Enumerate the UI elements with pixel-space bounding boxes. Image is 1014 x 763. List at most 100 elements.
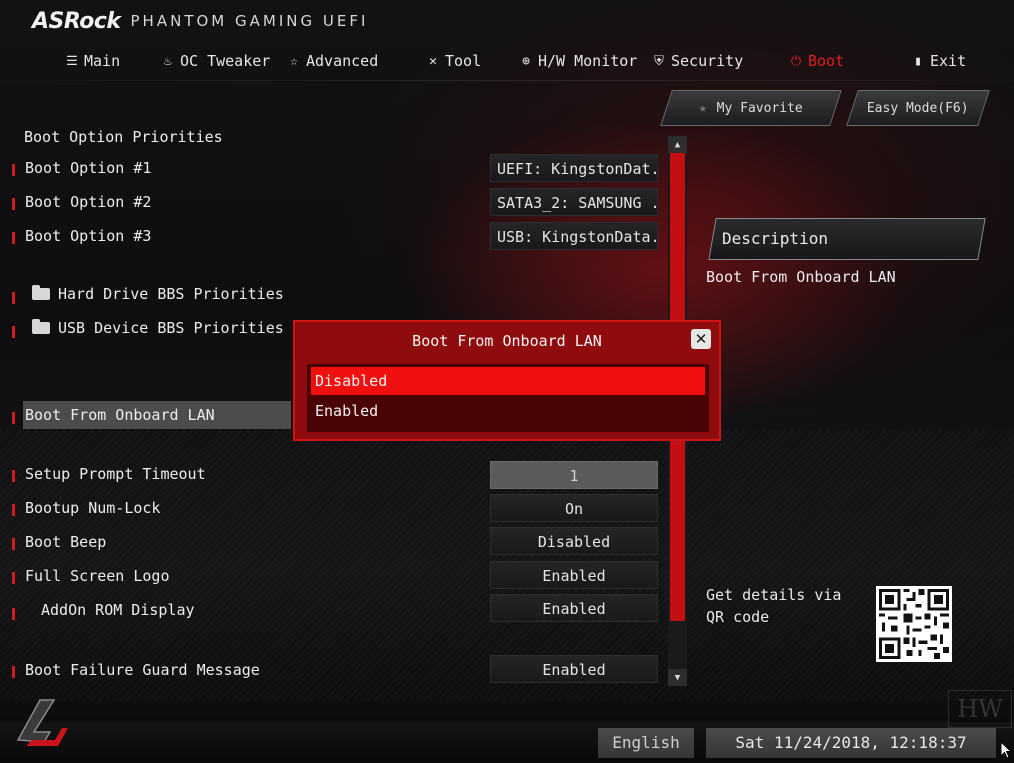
setting-row-boot-beep[interactable]: Boot Beep	[0, 530, 480, 556]
row-marker	[12, 326, 15, 338]
boot-beep-value[interactable]: Disabled	[490, 527, 658, 555]
language-selector[interactable]: English	[598, 728, 694, 758]
tab-security[interactable]: ⛨ Security	[651, 48, 743, 74]
boot-lan-popup: Boot From Onboard LAN ✕ Disabled Enabled	[293, 320, 721, 441]
qr-caption: Get details via QR code	[706, 586, 842, 626]
option-enabled[interactable]: Enabled	[311, 397, 705, 425]
exit-door-icon: ▮	[914, 53, 922, 69]
watermark: HW	[948, 690, 1012, 728]
tab-advanced-label: Advanced	[306, 52, 379, 70]
setting-row-boot-option-2[interactable]: Boot Option #2	[0, 190, 480, 216]
tab-oc-tweaker[interactable]: ♨ OC Tweaker	[160, 48, 270, 74]
full-screen-logo-value[interactable]: Enabled	[490, 561, 658, 589]
option-disabled[interactable]: Disabled	[311, 367, 705, 395]
row-marker	[12, 232, 15, 244]
setting-label: AddOn ROM Display	[41, 601, 195, 619]
folder-icon	[32, 319, 50, 334]
row-marker	[12, 470, 15, 482]
description-text: Boot From Onboard LAN	[706, 268, 896, 286]
tab-advanced[interactable]: ☆ Advanced	[286, 48, 378, 74]
brand-name: ASRock	[32, 8, 121, 34]
tab-oc-tweaker-label: OC Tweaker	[180, 52, 271, 70]
setting-label: Bootup Num-Lock	[25, 499, 161, 517]
tab-tool-label: Tool	[445, 52, 482, 70]
tab-security-label: Security	[671, 52, 744, 70]
boot-failure-guard-message-value[interactable]: Enabled	[490, 655, 658, 683]
setting-row-boot-option-1[interactable]: Boot Option #1	[0, 156, 480, 182]
nav-divider	[0, 80, 1014, 81]
setting-row-bootup-num-lock[interactable]: Bootup Num-Lock	[0, 496, 480, 522]
setting-label: Boot From Onboard LAN	[23, 401, 291, 429]
folder-icon	[32, 285, 50, 300]
tab-hw-monitor-label: H/W Monitor	[538, 52, 638, 70]
tab-exit[interactable]: ▮ Exit	[910, 48, 966, 74]
brand-logo: ASRock PHANTOM GAMING UEFI	[32, 8, 368, 34]
monitor-icon: ⊕	[522, 53, 530, 69]
star-icon: ★	[699, 100, 707, 116]
my-favorite-label: My Favorite	[716, 100, 803, 116]
setting-label: Boot Beep	[25, 533, 107, 551]
phantom-gaming-logo	[10, 692, 70, 752]
scroll-up-button[interactable]: ▲	[668, 136, 687, 153]
setting-row-full-screen-logo[interactable]: Full Screen Logo	[0, 564, 480, 590]
top-navigation: ☰ Main ♨ OC Tweaker ☆ Advanced ✕ Tool ⊕ …	[0, 48, 1014, 74]
tab-tool[interactable]: ✕ Tool	[425, 48, 481, 74]
setting-label: Setup Prompt Timeout	[25, 465, 206, 483]
boot-option-3-value[interactable]: USB: KingstonData...	[490, 222, 658, 250]
setting-row-boot-option-3[interactable]: Boot Option #3	[0, 224, 480, 250]
row-marker	[12, 666, 15, 678]
setting-row-boot-failure-guard-message[interactable]: Boot Failure Guard Message	[0, 658, 480, 684]
arrow-up-icon: ▲	[674, 139, 681, 150]
row-marker	[12, 608, 15, 620]
close-icon[interactable]: ✕	[691, 329, 711, 349]
row-marker	[12, 292, 15, 304]
tab-hw-monitor[interactable]: ⊕ H/W Monitor	[518, 48, 637, 74]
qr-code	[876, 586, 952, 662]
tab-exit-label: Exit	[930, 52, 967, 70]
easy-mode-label: Easy Mode(F6)	[867, 100, 969, 116]
star-icon: ☆	[290, 53, 298, 69]
setting-label: Full Screen Logo	[25, 567, 170, 585]
boot-option-1-value[interactable]: UEFI: KingstonDat...	[490, 154, 658, 182]
boot-option-2-value[interactable]: SATA3_2: SAMSUNG ...	[490, 188, 658, 216]
row-marker	[12, 412, 15, 424]
tab-boot-label: Boot	[808, 52, 845, 70]
tab-main[interactable]: ☰ Main	[64, 48, 120, 74]
setting-label: Boot Option #3	[25, 227, 152, 245]
popup-title: Boot From Onboard LAN	[412, 332, 602, 350]
tab-boot[interactable]: ⏻ Boot	[788, 48, 844, 74]
list-icon: ☰	[66, 53, 78, 69]
my-favorite-button[interactable]: ★ My Favorite	[660, 90, 842, 126]
hard-drive-bbs-label: Hard Drive BBS Priorities	[58, 285, 284, 303]
addon-rom-display-value[interactable]: Enabled	[490, 594, 658, 622]
usb-device-bbs-label: USB Device BBS Priorities	[58, 319, 284, 337]
easy-mode-button[interactable]: Easy Mode(F6)	[846, 90, 990, 126]
mouse-cursor-icon	[1000, 740, 1013, 763]
tools-icon: ✕	[429, 53, 437, 69]
submenu-hard-drive-bbs[interactable]: Hard Drive BBS Priorities	[0, 282, 480, 308]
scroll-down-button[interactable]: ▼	[668, 669, 687, 686]
bootup-num-lock-value[interactable]: On	[490, 494, 658, 522]
setting-row-addon-rom-display[interactable]: AddOn ROM Display	[0, 598, 480, 624]
row-marker	[12, 538, 15, 550]
description-title: Description	[722, 229, 828, 248]
flame-icon: ♨	[164, 53, 172, 69]
setting-label: Boot Option #1	[25, 159, 152, 177]
arrow-down-icon: ▼	[674, 672, 681, 683]
row-marker	[12, 164, 15, 176]
row-marker	[12, 198, 15, 210]
setting-row-setup-prompt-timeout[interactable]: Setup Prompt Timeout	[0, 462, 480, 488]
row-marker	[12, 572, 15, 584]
date-time-display: Sat 11/24/2018, 12:18:37	[706, 728, 996, 758]
power-icon: ⏻	[790, 53, 802, 69]
shield-icon: ⛨	[654, 53, 664, 69]
setting-label: Boot Option #2	[25, 193, 152, 211]
section-title: Boot Option Priorities	[24, 128, 223, 146]
brand-subtitle: PHANTOM GAMING UEFI	[130, 12, 369, 30]
tab-main-label: Main	[84, 52, 121, 70]
row-marker	[12, 504, 15, 516]
setup-prompt-timeout-input[interactable]: 1	[490, 461, 658, 489]
submenu-label: USB Device BBS Priorities	[32, 319, 284, 337]
submenu-label: Hard Drive BBS Priorities	[32, 285, 284, 303]
setting-label: Boot Failure Guard Message	[25, 661, 260, 679]
